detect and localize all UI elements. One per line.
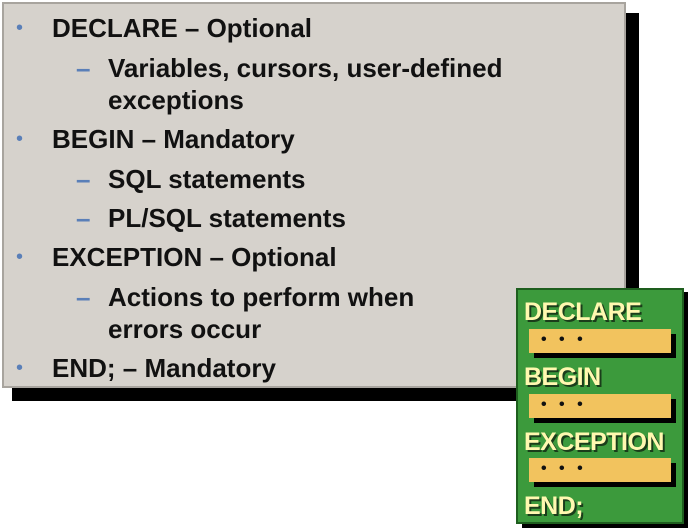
sub-variables: Variables, cursors, user-defined — [108, 53, 503, 83]
bullet-exception: EXCEPTION – Optional — [52, 242, 337, 272]
sub-dash: – — [76, 53, 91, 83]
declare-keyword: DECLARE — [524, 298, 642, 326]
begin-keyword: BEGIN — [524, 363, 601, 391]
sub-actions: Actions to perform when — [108, 282, 415, 312]
bullet-declare: DECLARE – Optional — [52, 13, 313, 43]
sub-variables-cont: exceptions — [108, 85, 244, 115]
declare-section-bar: • • • — [529, 329, 671, 353]
sub-dash: – — [76, 164, 91, 194]
bullet-dot: • — [16, 357, 24, 379]
exception-keyword: EXCEPTION — [524, 428, 664, 456]
bullet-begin: BEGIN – Mandatory — [52, 124, 295, 154]
sub-plsql: PL/SQL statements — [108, 203, 346, 233]
sub-dash: – — [76, 282, 91, 312]
plsql-block-diagram: DECLARE • • • BEGIN • • • EXCEPTION • • … — [516, 288, 684, 524]
sub-sql: SQL statements — [108, 164, 306, 194]
sub-dash: – — [76, 203, 91, 233]
bullet-dot: • — [16, 128, 24, 150]
sub-actions-cont: errors occur — [108, 314, 262, 344]
bullet-dot: • — [16, 17, 24, 39]
bullet-dot: • — [16, 246, 24, 268]
begin-section-bar: • • • — [529, 394, 671, 418]
bullet-end: END; – Mandatory — [52, 353, 276, 383]
end-keyword: END; — [524, 492, 584, 520]
exception-section-bar: • • • — [529, 458, 671, 482]
